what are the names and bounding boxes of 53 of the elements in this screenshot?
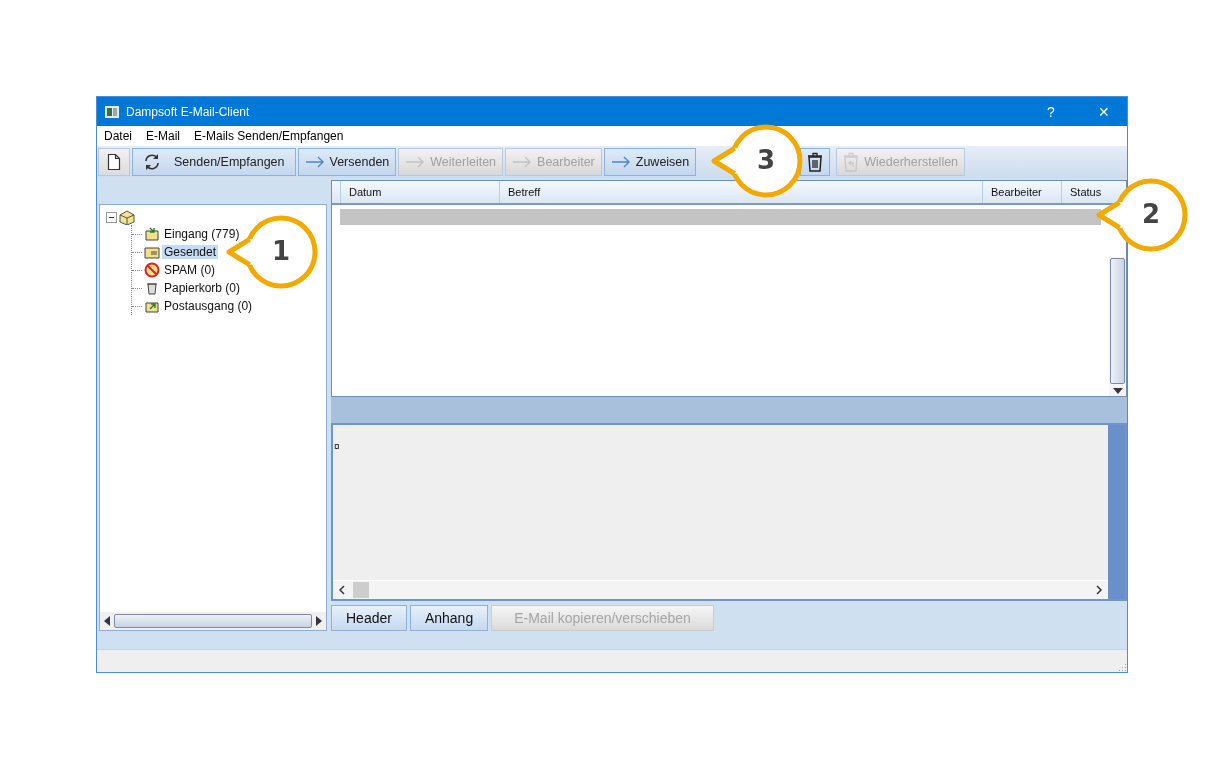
horizontal-scrollbar[interactable] [333,580,1108,599]
arrow-icon [304,156,325,168]
menu-item[interactable]: E-Mails Senden/Empfangen [194,129,344,143]
resize-grip-icon [1117,662,1127,672]
envelope-icon [144,244,160,260]
no-entry-icon [144,262,160,278]
window-button[interactable]: ✕ [1081,102,1127,121]
scroll-left-icon [339,585,345,595]
trash-icon [807,152,824,172]
window-title: Dampsoft E-Mail-Client [126,104,251,119]
window-button[interactable]: ? [1028,102,1074,121]
refresh-icon [143,153,161,171]
menu-item[interactable]: E-Mail [146,129,181,143]
action-button[interactable]: Header [331,605,407,631]
preview-text: ¤ [333,440,341,454]
toolbar-button[interactable]: Versenden [297,148,397,176]
callout-number: 2 [1140,199,1162,229]
scroll-left-icon [104,616,110,626]
callout-number: 3 [755,145,777,175]
scroll-thumb[interactable] [114,614,312,628]
new-button[interactable] [98,148,130,176]
menu-item[interactable]: Datei [104,129,132,143]
arrow-icon [512,156,533,168]
callout-number: 1 [270,236,292,266]
folder-item[interactable]: Eingang (779) [162,227,242,241]
folder-item[interactable]: Postausgang (0) [162,299,255,313]
vertical-scrollbar[interactable] [1109,257,1126,396]
scroll-thumb[interactable] [1110,258,1125,384]
folder-item[interactable]: Papierkorb (0) [162,281,243,295]
inbox-icon [144,226,160,242]
scroll-thumb[interactable] [353,582,369,598]
scroll-down-icon [1112,388,1123,394]
column-header[interactable]: Bearbeiter [982,181,1061,203]
folder-item[interactable]: Gesendet [162,245,219,259]
folder-icon [118,209,136,225]
collapse-toggle[interactable] [106,211,117,223]
bin-icon [144,280,160,296]
delete-button[interactable] [800,148,831,176]
scroll-right-icon [1096,585,1102,595]
folder-item[interactable]: SPAM (0) [162,263,218,277]
arrow-icon [610,156,631,168]
horizontal-scrollbar[interactable] [100,612,326,630]
action-button[interactable]: Anhang [409,605,489,631]
app-icon [105,105,119,118]
document-icon [107,153,121,171]
column-header[interactable]: Datum [340,181,499,203]
restore-icon [843,152,860,172]
column-header[interactable]: Status [1061,181,1110,203]
arrow-icon [405,156,426,168]
vertical-scrollbar[interactable] [1108,425,1125,599]
toolbar-button[interactable]: Zuweisen [603,148,697,176]
scroll-right-icon [316,616,322,626]
toolbar-button[interactable]: Senden/Empfangen [132,148,296,176]
